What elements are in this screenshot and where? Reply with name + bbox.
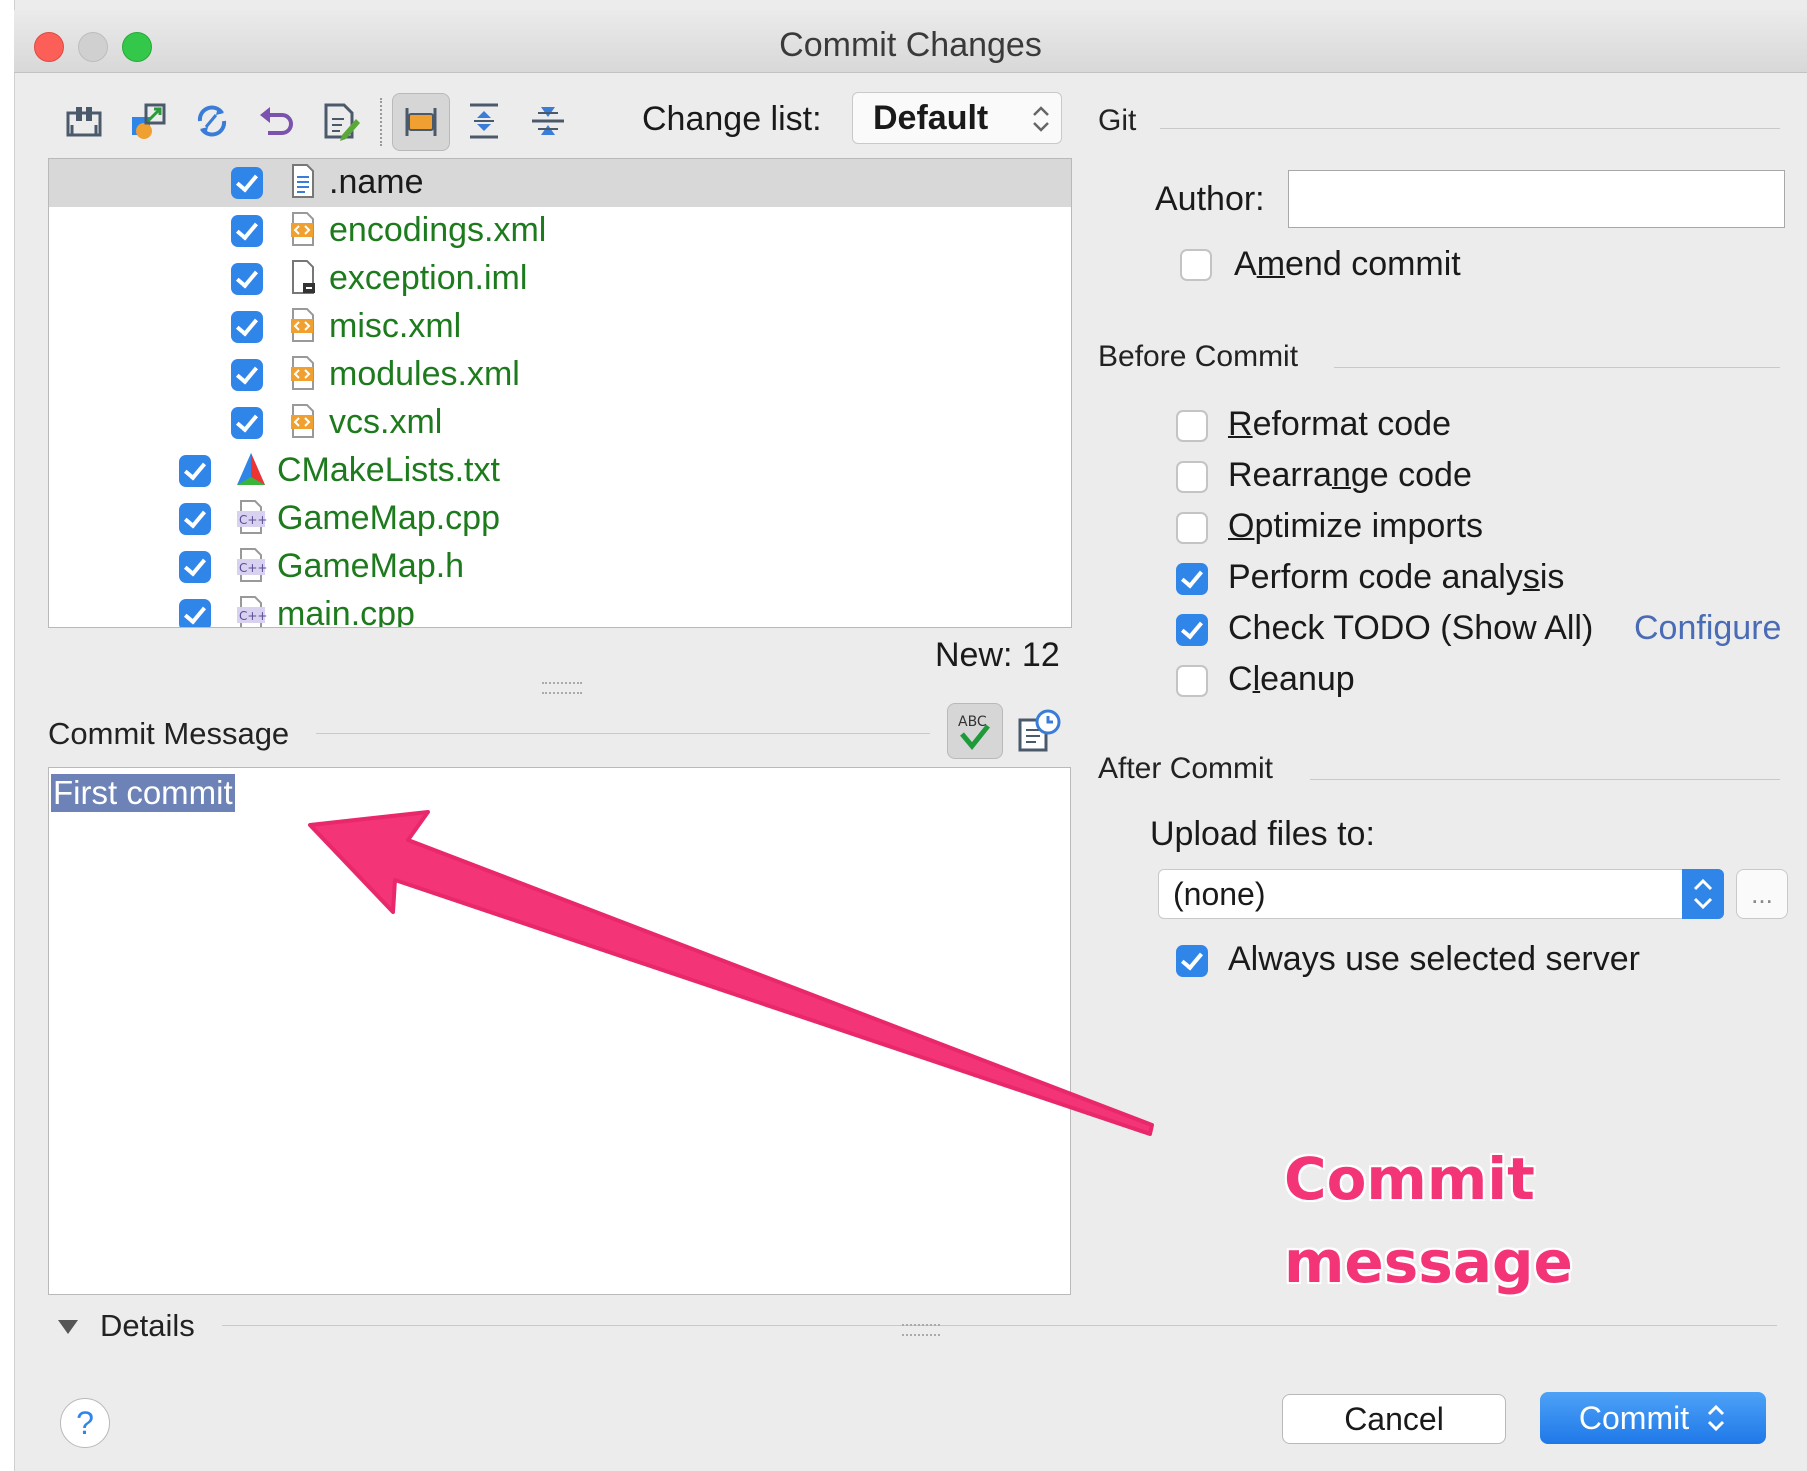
commit-button[interactable]: Commit	[1540, 1392, 1766, 1444]
commit-button-label: Commit	[1578, 1399, 1690, 1436]
annotation-text-line1: Commit	[1284, 1145, 1535, 1213]
help-button[interactable]: ?	[60, 1398, 110, 1448]
annotation-text-line2: message	[1284, 1228, 1573, 1296]
chevron-updown-icon	[1708, 1404, 1725, 1432]
cancel-button[interactable]: Cancel	[1282, 1394, 1506, 1444]
